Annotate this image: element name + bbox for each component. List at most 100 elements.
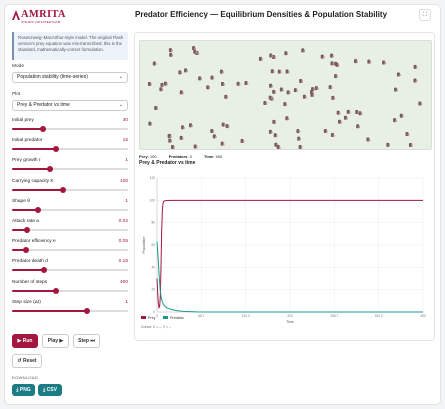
prey-individual: [273, 133, 278, 138]
param-value: 100: [119, 178, 128, 184]
reset-button[interactable]: ↺ Reset: [12, 354, 42, 368]
slider-handle[interactable]: [60, 186, 67, 193]
param-value: 15: [122, 138, 128, 144]
y-tick-label: 40: [151, 265, 155, 269]
param-slider[interactable]: [12, 247, 128, 254]
param-label: Initial prey: [12, 118, 34, 123]
download-label: DOWNLOAD: [12, 375, 38, 380]
param-row: Predator efficiency e 0.05: [12, 239, 128, 244]
population-chart: 0 20 40 60 80 100 120 0 66.7 133.3 200 266.7 333.3 40…: [139, 168, 432, 333]
prey-individual: [284, 51, 289, 56]
prey-individual: [346, 109, 351, 114]
prey-individual: [240, 139, 245, 144]
param-slider[interactable]: [12, 206, 128, 213]
prey-individual: [366, 137, 371, 142]
prey-individual: [330, 61, 335, 66]
page-title: Predator Efficiency — Equilibrium Densit…: [135, 10, 388, 19]
prey-individual: [179, 90, 184, 95]
param-value: 1: [125, 299, 128, 305]
prey-individual: [193, 49, 198, 54]
prey-individual: [285, 116, 290, 121]
prey-individual: [323, 128, 328, 133]
prey-individual: [331, 95, 336, 100]
slider-handle[interactable]: [53, 287, 60, 294]
prey-individual: [198, 76, 202, 81]
slider-handle[interactable]: [34, 206, 41, 213]
prey-individual: [298, 144, 303, 149]
plot-label: Plot: [12, 92, 21, 97]
prey-individual: [354, 59, 358, 64]
run-button[interactable]: ▶ Run: [12, 334, 38, 348]
chevron-down-icon: ⌄: [118, 102, 123, 108]
cursor-readout: Cursor: X = –, Y = –: [141, 325, 171, 329]
x-axis-label: Time: [286, 320, 294, 324]
prey-individual: [192, 46, 196, 51]
param-row: Predator death d 0.15: [12, 259, 128, 264]
param-slider[interactable]: [12, 287, 128, 294]
fullscreen-button[interactable]: ⛶: [419, 9, 431, 21]
y-tick-label: 60: [151, 243, 155, 247]
param-slider[interactable]: [12, 227, 128, 233]
param-row: Prey growth r 1: [12, 158, 128, 163]
prey-individual: [413, 64, 418, 69]
prey-individual: [408, 142, 413, 147]
prey-individual: [163, 81, 168, 86]
prey-individual: [393, 118, 397, 123]
download-png-button[interactable]: ⤓ PNG: [12, 384, 35, 396]
play-button[interactable]: Play ▶: [42, 334, 69, 348]
prey-individual: [293, 88, 298, 93]
slider-fill: [12, 309, 88, 312]
legend-swatch: [163, 316, 168, 319]
y-tick-label: 20: [151, 288, 155, 292]
param-slider[interactable]: [12, 126, 128, 132]
x-tick-label: 66.7: [198, 314, 204, 318]
prey-individual: [181, 125, 185, 130]
prey-individual: [343, 115, 348, 120]
prey-individual: [206, 85, 211, 90]
prey-individual: [210, 75, 215, 80]
prey-individual: [418, 101, 423, 106]
prey-individual: [268, 129, 273, 134]
prey-individual: [221, 122, 226, 127]
prey-individual: [297, 136, 301, 141]
param-slider[interactable]: [12, 186, 128, 193]
param-value: 0.02: [118, 219, 128, 224]
control-panel: Rosenzweig–MacArthur-style model. The or…: [12, 32, 128, 368]
prey-individual: [279, 87, 284, 92]
prey-stat-label: Prey: [139, 154, 148, 159]
prey-individual: [405, 132, 410, 137]
model-note: Rosenzweig–MacArthur-style model. The or…: [12, 32, 128, 60]
prey-individual: [367, 59, 372, 64]
prey-individual: [268, 95, 273, 100]
prey-individual: [220, 141, 225, 146]
predator-stat-label: Predators: [168, 154, 188, 159]
param-slider[interactable]: [12, 146, 128, 153]
prey-individual: [277, 69, 282, 74]
plot-select[interactable]: Prey & Predator vs time ⌄: [12, 100, 128, 111]
mode-select[interactable]: Population stability (time-series) ⌄: [12, 72, 128, 83]
prey-individual: [283, 102, 288, 107]
param-value: 1: [125, 158, 128, 164]
x-tick-label: 133.3: [242, 314, 250, 318]
param-row: Step size (Δt) 1: [12, 300, 128, 305]
prey-individual: [269, 53, 274, 58]
step-button[interactable]: Step ⏭: [73, 334, 100, 348]
prey-individual: [219, 69, 224, 74]
param-label: Predator efficiency e: [12, 239, 56, 245]
slider-fill: [12, 208, 38, 211]
plot-value: Prey & Predator vs time: [17, 102, 70, 108]
param-label: Prey growth r: [12, 158, 41, 164]
param-row: Initial predator 15: [12, 138, 128, 143]
prey-stat-value: 100: [149, 154, 157, 159]
prey-individual: [338, 119, 342, 124]
prey-individual: [270, 69, 275, 74]
prey-individual: [285, 69, 290, 74]
prey-individual: [159, 87, 164, 92]
param-row: Attack rate a 0.02: [12, 219, 128, 224]
prey-individual: [399, 113, 404, 118]
prey-individual: [225, 124, 230, 129]
download-csv-button[interactable]: ⤓ CSV: [38, 384, 62, 396]
param-slider[interactable]: [12, 307, 128, 314]
prey-individual: [184, 68, 188, 73]
param-label: Attack rate a: [12, 219, 39, 224]
